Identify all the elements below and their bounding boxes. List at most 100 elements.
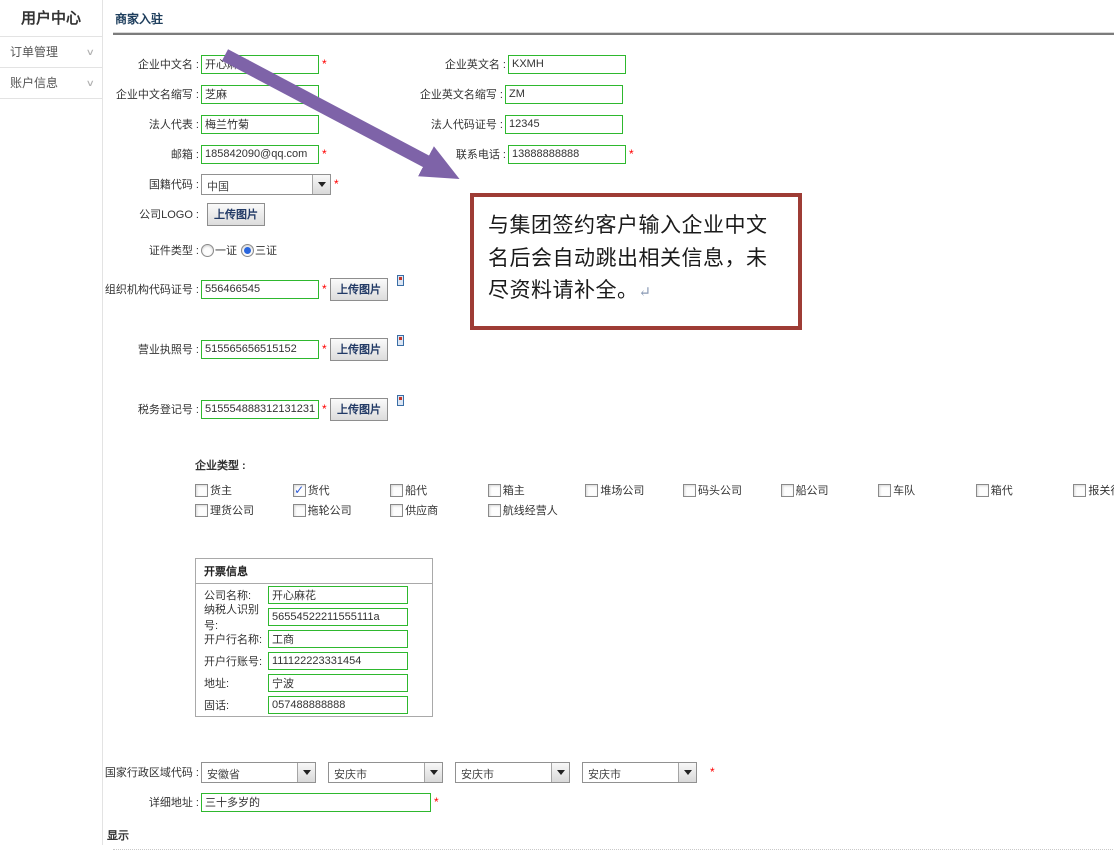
form-row: 法人代表 : 法人代码证号 :: [103, 109, 1114, 139]
email-input[interactable]: [201, 145, 319, 164]
en-name-input[interactable]: [508, 55, 626, 74]
invoice-row: 纳税人识别号:: [196, 606, 432, 628]
legal-id-input[interactable]: [505, 115, 623, 134]
address-label: 详细地址 :: [103, 794, 199, 810]
broken-image-icon: [397, 275, 404, 286]
radio-three-cert[interactable]: [241, 244, 254, 257]
license-input[interactable]: [201, 340, 319, 359]
merchant-form: 企业中文名 : * 企业英文名 : 企业中文名缩写 : 企业英文名缩写 : 法人…: [103, 49, 1114, 854]
checkbox-item[interactable]: ✓船公司: [781, 482, 879, 498]
merchant-onboarding-page: 用户中心 订单管理 ∨ 账户信息 ∨ 商家入驻 企业中文名 : * 企业英文名 …: [0, 0, 1114, 854]
select-arrow-icon[interactable]: [424, 763, 442, 782]
cn-abbr-input[interactable]: [201, 85, 319, 104]
checkbox[interactable]: ✓: [1073, 484, 1086, 497]
form-row: 详细地址 : *: [103, 787, 1114, 817]
region-street-select[interactable]: 安庆市: [582, 762, 697, 783]
checkbox[interactable]: ✓: [293, 484, 306, 497]
invoice-company-input[interactable]: [268, 586, 408, 604]
upload-org-code-button[interactable]: 上传图片: [330, 278, 388, 301]
org-code-label: 组织机构代码证号 :: [103, 281, 199, 297]
checkbox-item[interactable]: ✓箱代: [976, 482, 1074, 498]
checkbox-item[interactable]: ✓货代: [293, 482, 391, 498]
invoice-address-input[interactable]: [268, 674, 408, 692]
legal-rep-label: 法人代表 :: [103, 116, 199, 132]
title-divider: [113, 32, 1114, 35]
tax-reg-label: 税务登记号 :: [103, 401, 199, 417]
note-text: 与集团签约客户输入企业中文名后会自动跳出相关信息，未尽资料请补全。: [488, 213, 768, 302]
note-callout: 与集团签约客户输入企业中文名后会自动跳出相关信息，未尽资料请补全。↵: [470, 193, 802, 330]
checkbox[interactable]: ✓: [390, 504, 403, 517]
cn-abbr-label: 企业中文名缩写 :: [103, 86, 199, 102]
region-province-select[interactable]: 安徽省: [201, 762, 316, 783]
sidebar-item-label: 账户信息: [10, 68, 58, 99]
checkbox[interactable]: ✓: [195, 504, 208, 517]
org-code-input[interactable]: [201, 280, 319, 299]
checkbox[interactable]: ✓: [390, 484, 403, 497]
checkbox-item[interactable]: ✓车队: [878, 482, 976, 498]
sidebar-item-account-info[interactable]: 账户信息 ∨: [0, 68, 102, 99]
checkbox[interactable]: ✓: [488, 504, 501, 517]
tax-reg-input[interactable]: [201, 400, 319, 419]
upload-tax-reg-button[interactable]: 上传图片: [330, 398, 388, 421]
checkbox-item[interactable]: ✓码头公司: [683, 482, 781, 498]
checkbox-item[interactable]: ✓航线经营人: [488, 502, 586, 518]
checkbox[interactable]: ✓: [878, 484, 891, 497]
checkbox[interactable]: ✓: [781, 484, 794, 497]
checkbox-item[interactable]: ✓船代: [390, 482, 488, 498]
phone-input[interactable]: [508, 145, 626, 164]
checkbox-item[interactable]: ✓堆场公司: [585, 482, 683, 498]
checkbox[interactable]: ✓: [683, 484, 696, 497]
checkbox[interactable]: ✓: [585, 484, 598, 497]
checkbox-item[interactable]: ✓理货公司: [195, 502, 293, 518]
cn-name-label: 企业中文名 :: [103, 56, 199, 72]
checkbox-item[interactable]: ✓报关行: [1073, 482, 1114, 498]
radio-one-cert[interactable]: [201, 244, 214, 257]
sidebar: 用户中心 订单管理 ∨ 账户信息 ∨: [0, 0, 103, 845]
select-arrow-icon[interactable]: [297, 763, 315, 782]
legal-id-label: 法人代码证号 :: [319, 116, 503, 132]
nation-select[interactable]: 中国: [201, 174, 331, 195]
invoice-bank-name-input[interactable]: [268, 630, 408, 648]
invoice-row: 开户行账号:: [196, 650, 432, 672]
invoice-bank-account-input[interactable]: [268, 652, 408, 670]
cn-name-input[interactable]: [201, 55, 319, 74]
en-abbr-label: 企业英文名缩写 :: [319, 86, 503, 102]
checkbox-item[interactable]: ✓箱主: [488, 482, 586, 498]
checkbox-item[interactable]: ✓货主: [195, 482, 293, 498]
checkbox[interactable]: ✓: [195, 484, 208, 497]
upload-license-button[interactable]: 上传图片: [330, 338, 388, 361]
email-label: 邮箱 :: [103, 146, 199, 162]
page-title: 商家入驻: [103, 10, 1114, 30]
company-type-row-1: ✓货主 ✓货代 ✓船代 ✓箱主 ✓堆场公司 ✓码头公司 ✓船公司 ✓车队 ✓箱代…: [195, 482, 1114, 498]
form-row: 邮箱 : * 联系电话 : *: [103, 139, 1114, 169]
invoice-phone-input[interactable]: [268, 696, 408, 714]
invoice-taxid-input[interactable]: [268, 608, 408, 626]
en-abbr-input[interactable]: [505, 85, 623, 104]
license-label: 营业执照号 :: [103, 341, 199, 357]
checkbox[interactable]: ✓: [976, 484, 989, 497]
checkbox[interactable]: ✓: [488, 484, 501, 497]
checkbox-item[interactable]: ✓供应商: [390, 502, 488, 518]
checkbox-item[interactable]: ✓拖轮公司: [293, 502, 391, 518]
select-arrow-icon[interactable]: [312, 175, 330, 194]
bottom-divider: [113, 849, 1114, 850]
broken-image-icon: [397, 335, 404, 346]
region-district-select[interactable]: 安庆市: [455, 762, 570, 783]
logo-label: 公司LOGO :: [103, 206, 199, 222]
nation-label: 国籍代码 :: [103, 176, 199, 192]
upload-logo-button[interactable]: 上传图片: [207, 203, 265, 226]
sidebar-item-order-management[interactable]: 订单管理 ∨: [0, 37, 102, 68]
form-row: 税务登记号 : * 上传图片: [103, 397, 1114, 421]
invoice-info-box: 开票信息 公司名称: 纳税人识别号: 开户行名称: 开户行账号: 地址: 固话:: [195, 558, 433, 717]
nation-select-value: 中国: [202, 175, 312, 194]
legal-rep-input[interactable]: [201, 115, 319, 134]
sidebar-title: 用户中心: [0, 0, 102, 37]
select-arrow-icon[interactable]: [678, 763, 696, 782]
checkbox[interactable]: ✓: [293, 504, 306, 517]
invoice-title: 开票信息: [196, 559, 432, 584]
chevron-down-icon: ∨: [86, 37, 95, 68]
region-city-select[interactable]: 安庆市: [328, 762, 443, 783]
company-type-label: 企业类型 :: [195, 457, 1114, 473]
detailed-address-input[interactable]: [201, 793, 431, 812]
select-arrow-icon[interactable]: [551, 763, 569, 782]
